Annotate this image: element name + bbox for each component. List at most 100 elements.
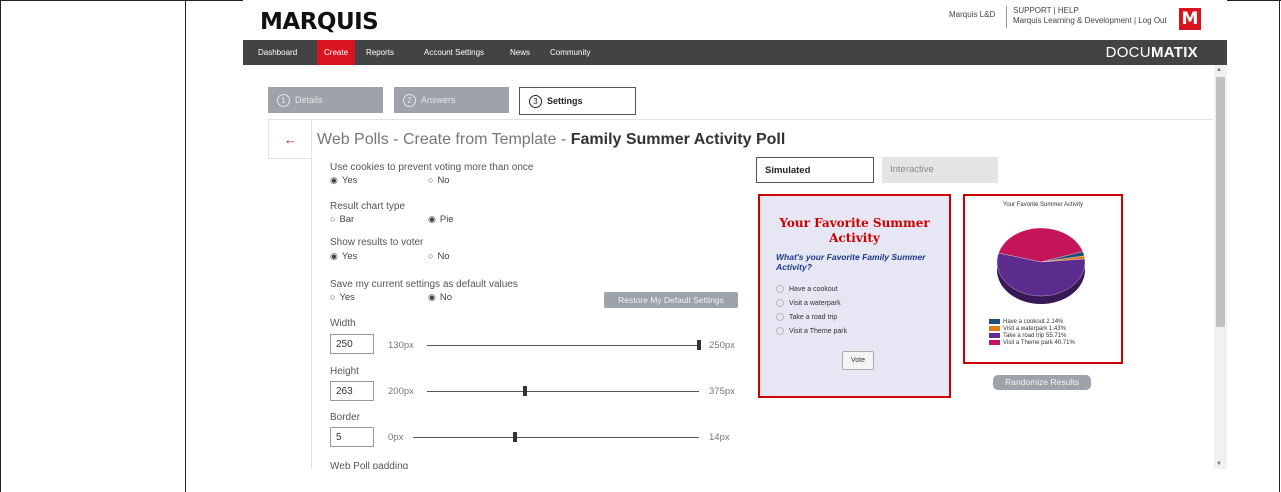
- border-max-label: 14px: [709, 432, 730, 443]
- marquis-logo[interactable]: MARQUIS: [260, 9, 379, 35]
- radio-unchecked-icon: ○: [330, 214, 336, 224]
- radio-unchecked-icon: [776, 299, 784, 307]
- height-max-label: 375px: [709, 386, 735, 397]
- user-name[interactable]: Marquis L&D: [949, 10, 995, 20]
- radio-label: No: [437, 251, 450, 262]
- height-label: Height: [330, 366, 359, 377]
- nav-community[interactable]: Community: [550, 40, 590, 65]
- width-min-label: 130px: [388, 340, 414, 351]
- tab-interactive[interactable]: Interactive: [882, 157, 998, 183]
- radio-label: Yes: [339, 292, 355, 303]
- poll-option[interactable]: Take a road trip: [776, 313, 837, 321]
- radio-unchecked-icon: ○: [428, 251, 434, 261]
- radio-label: Bar: [339, 214, 355, 225]
- scroll-down-icon[interactable]: ▼: [1216, 461, 1222, 467]
- radio-checked-icon: ◉: [330, 251, 338, 261]
- nav-dashboard[interactable]: Dashboard: [258, 40, 297, 65]
- chart-title: Your Favorite Summer Activity: [1002, 202, 1084, 208]
- save-default-yes-radio[interactable]: ○ Yes: [330, 292, 355, 303]
- vote-button[interactable]: Vote: [842, 351, 874, 370]
- cookies-yes-radio[interactable]: ◉ Yes: [330, 175, 357, 186]
- radio-checked-icon: ◉: [428, 214, 436, 224]
- radio-label: No: [437, 175, 450, 186]
- page-title: Web Polls - Create from Template - Famil…: [317, 131, 785, 149]
- legend-item: Visit a Theme park 40.71%: [989, 340, 1075, 347]
- scroll-up-icon[interactable]: ▲: [1216, 67, 1222, 73]
- border-input[interactable]: 5: [330, 427, 374, 447]
- frame-right-border: [1279, 0, 1280, 492]
- nav-account-settings[interactable]: Account Settings: [424, 40, 484, 65]
- border-slider-track[interactable]: [413, 437, 699, 438]
- width-slider-handle[interactable]: [697, 340, 701, 350]
- poll-option[interactable]: Have a cookout: [776, 285, 838, 293]
- poll-title: Your Favorite Summer Activity: [779, 216, 930, 245]
- nav-create[interactable]: Create: [317, 40, 356, 65]
- org-logout-links[interactable]: Marquis Learning & Development | Log Out: [1013, 16, 1167, 26]
- poll-option-label: Visit a waterpark: [789, 299, 841, 307]
- legend-label: Visit a waterpark 1.43%: [1003, 326, 1066, 333]
- restore-defaults-button[interactable]: Restore My Default Settings: [604, 292, 738, 308]
- poll-preview: Your Favorite Summer Activity What's you…: [758, 194, 951, 398]
- panel-top-border: [268, 119, 1213, 120]
- width-slider-track[interactable]: [427, 345, 699, 346]
- border-min-label: 0px: [388, 432, 404, 443]
- width-input[interactable]: 250: [330, 334, 374, 354]
- title-poll-name: Family Summer Activity Poll: [570, 131, 786, 148]
- cookies-label: Use cookies to prevent voting more than …: [330, 162, 534, 173]
- legend-label: Visit a Theme park 40.71%: [1003, 340, 1075, 347]
- tab-simulated[interactable]: Simulated: [756, 157, 874, 183]
- radio-label: Yes: [341, 251, 358, 262]
- cookies-no-radio[interactable]: ○ No: [428, 175, 450, 186]
- poll-option[interactable]: Visit a waterpark: [776, 299, 841, 307]
- back-arrow-icon[interactable]: ←: [284, 132, 297, 147]
- step-details[interactable]: 1 Details: [268, 87, 383, 113]
- radio-unchecked-icon: [776, 285, 784, 293]
- height-input[interactable]: 263: [330, 381, 374, 401]
- show-results-yes-radio[interactable]: ◉ Yes: [330, 251, 357, 262]
- padding-label: Web Poll padding: [330, 461, 409, 469]
- frame-divider: [185, 0, 186, 492]
- documatix-bold: MATIX: [1150, 44, 1198, 61]
- legend-label: Have a cookout 2.14%: [1003, 319, 1064, 326]
- step-settings[interactable]: 3 Settings: [519, 87, 636, 115]
- height-slider-track[interactable]: [427, 391, 699, 392]
- app-window: MARQUIS Marquis L&D SUPPORT | HELP Marqu…: [243, 0, 1227, 469]
- legend-swatch: [989, 326, 1000, 331]
- support-help-links[interactable]: SUPPORT | HELP: [1013, 6, 1079, 16]
- radio-unchecked-icon: [776, 327, 784, 335]
- step-number: 3: [529, 95, 542, 109]
- scroll-thumb[interactable]: [1216, 77, 1225, 327]
- height-slider-handle[interactable]: [522, 386, 527, 396]
- save-default-no-radio[interactable]: ◉ No: [428, 292, 452, 303]
- poll-option-label: Visit a Theme park: [789, 327, 848, 335]
- radio-label: Yes: [341, 175, 358, 186]
- height-min-label: 200px: [388, 386, 414, 397]
- border-label: Border: [330, 412, 361, 423]
- border-slider-handle[interactable]: [513, 432, 518, 442]
- show-results-no-radio[interactable]: ○ No: [428, 251, 450, 262]
- nav-reports[interactable]: Reports: [366, 40, 394, 65]
- chart-type-bar-radio[interactable]: ○ Bar: [330, 214, 354, 225]
- step-label: Answers: [421, 95, 456, 105]
- width-max-label: 250px: [709, 340, 735, 351]
- pie-chart: [996, 227, 1086, 304]
- randomize-results-button[interactable]: Randomize Results: [993, 375, 1091, 390]
- poll-option-label: Have a cookout: [789, 285, 838, 293]
- radio-unchecked-icon: ○: [428, 175, 434, 185]
- radio-unchecked-icon: ○: [330, 292, 336, 302]
- legend-swatch: [989, 340, 1000, 345]
- chart-type-label: Result chart type: [330, 201, 406, 212]
- radio-checked-icon: ◉: [330, 175, 338, 185]
- documatix-light: DOCU: [1105, 44, 1151, 61]
- nav-news[interactable]: News: [510, 40, 530, 65]
- step-label: Details: [295, 95, 323, 105]
- vertical-scrollbar[interactable]: ▲ ▼: [1214, 65, 1227, 469]
- panel-left-border: [268, 119, 269, 159]
- results-chart: Your Favorite Summer Activity Have a coo…: [963, 194, 1123, 364]
- step-answers[interactable]: 2 Answers: [394, 87, 509, 113]
- chart-type-pie-radio[interactable]: ◉ Pie: [428, 214, 454, 225]
- panel-column-divider: [311, 119, 312, 469]
- frame-left-border: [0, 0, 1, 492]
- poll-option[interactable]: Visit a Theme park: [776, 327, 847, 335]
- marquis-m-icon: M: [1179, 8, 1201, 30]
